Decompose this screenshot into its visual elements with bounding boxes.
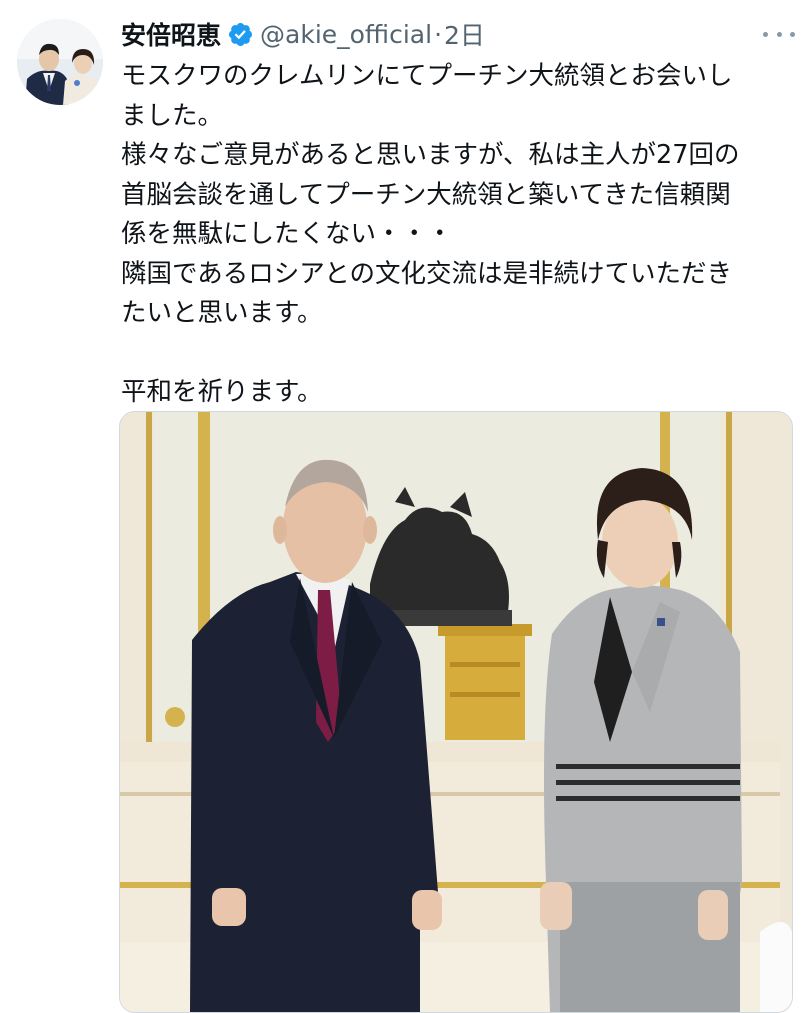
tweet-text-line: たいと思います。	[121, 298, 323, 328]
tweet-text-line: 様々なご意見があると思いますが、私は主人が27回の	[121, 140, 740, 170]
verified-badge-icon	[228, 22, 253, 46]
avatar-photo	[17, 19, 103, 105]
tweet-text-line: 係を無駄にしたくない・・・	[121, 219, 453, 249]
author-handle[interactable]: @akie_official	[260, 20, 432, 49]
tweet-photo[interactable]	[119, 411, 793, 1013]
tweet-timestamp[interactable]: 2日	[444, 16, 485, 52]
photo-two-people-kremlin-hall	[120, 412, 792, 1012]
tweet-text-line: モスクワのクレムリンにてプーチン大統領とお会いし	[121, 61, 733, 91]
more-dot	[763, 31, 768, 37]
tweet-text-line: ました。	[121, 100, 224, 131]
more-dot	[790, 31, 795, 37]
tweet-text-line: 首脳会談を通してプーチン大統領と築いてきた信頼関	[121, 179, 731, 210]
tweet-text-line: 平和を祈ります。	[121, 377, 323, 407]
tweet-header: 安倍昭恵 @akie_official · 2日	[121, 14, 795, 54]
author-name[interactable]: 安倍昭恵	[121, 16, 221, 52]
tweet-text: モスクワのクレムリンにてプーチン大統領とお会いし ました。 様々なご意見があると…	[121, 57, 801, 413]
more-dot	[776, 31, 782, 37]
more-options-icon[interactable]	[763, 20, 795, 48]
header-separator: ·	[434, 19, 443, 49]
author-avatar[interactable]	[17, 19, 103, 105]
tweet-text-line: 隣国であるロシアとの文化交流は是非続けていただき	[121, 258, 732, 289]
tweet-text-blank-line	[121, 334, 801, 374]
